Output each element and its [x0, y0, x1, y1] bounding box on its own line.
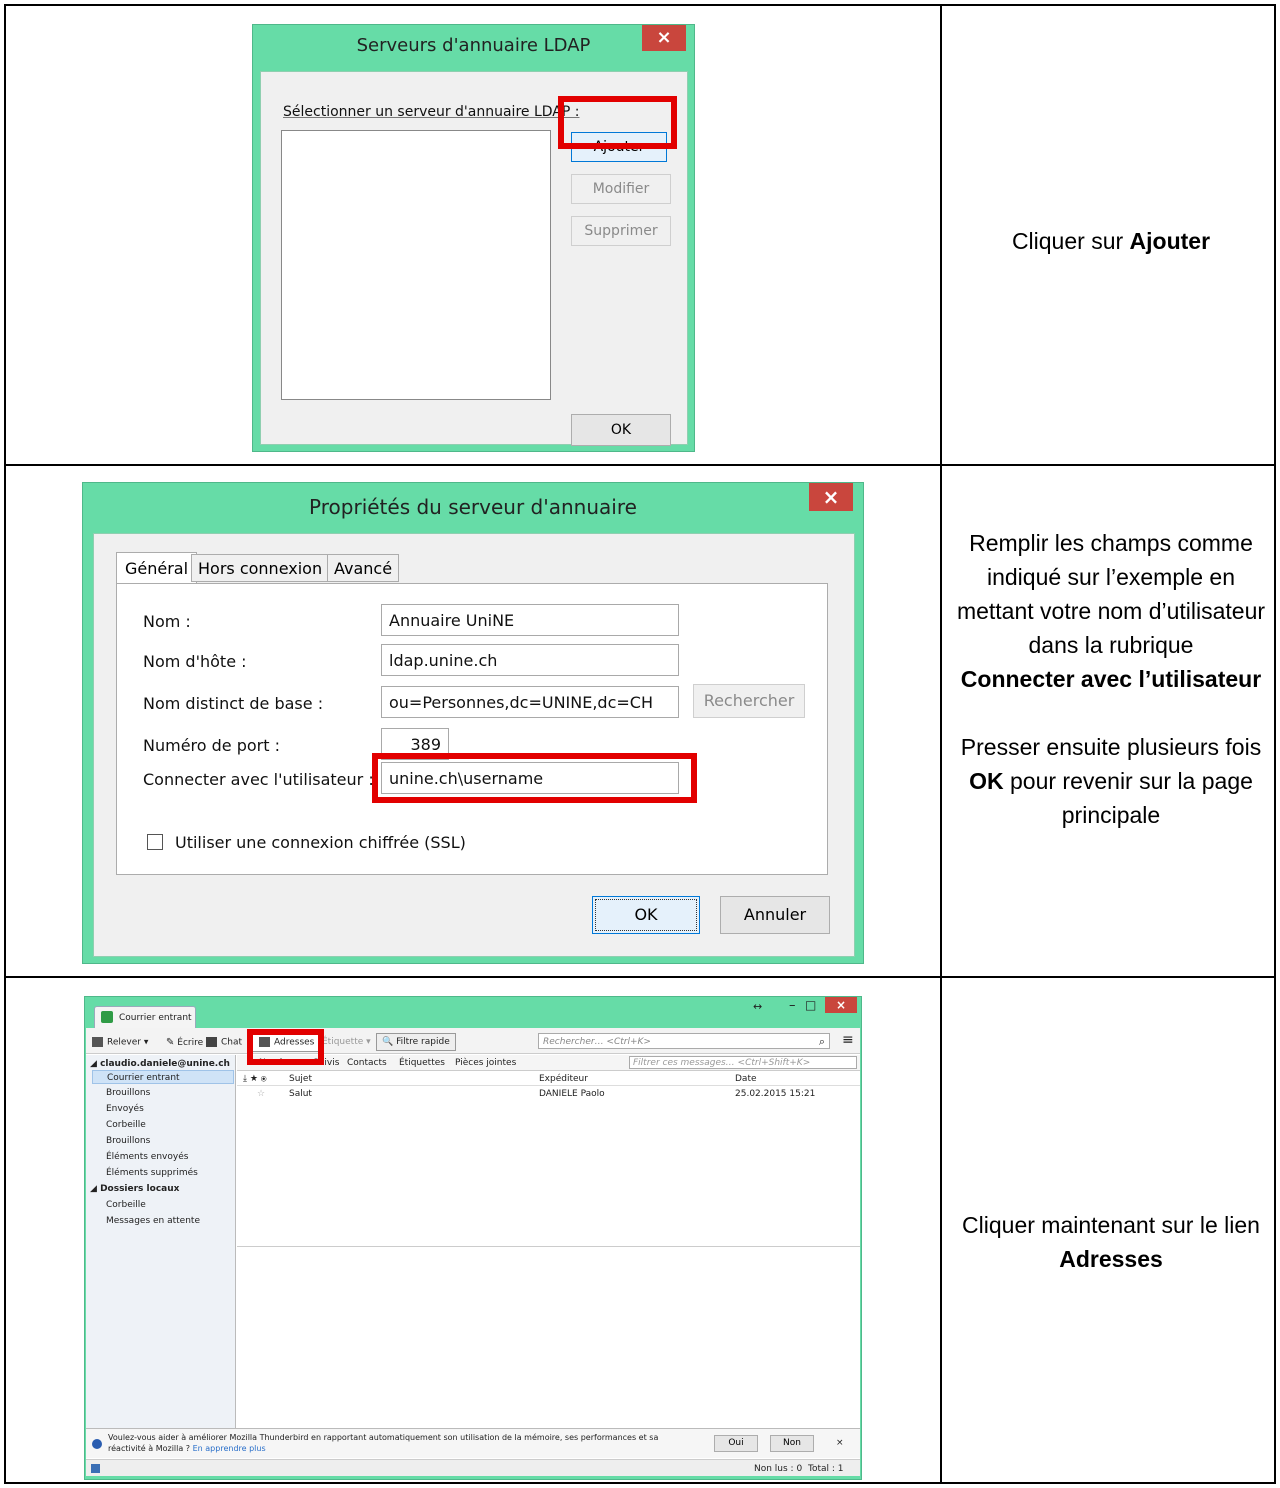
- folder-sent[interactable]: Envoyés: [106, 1104, 144, 1114]
- search-icon: 🔍: [382, 1037, 394, 1047]
- cancel-button[interactable]: Annuler: [720, 896, 830, 934]
- tab-advanced[interactable]: Avancé: [327, 554, 400, 582]
- chat-icon: [206, 1037, 217, 1047]
- close-notification-icon[interactable]: ×: [836, 1438, 844, 1448]
- ok-button[interactable]: OK: [571, 414, 671, 446]
- message-pane-splitter[interactable]: [237, 1246, 860, 1247]
- highlight-bind-user: [372, 753, 697, 803]
- folder-local-trash[interactable]: Corbeille: [106, 1200, 146, 1210]
- online-status-icon[interactable]: [91, 1464, 100, 1473]
- folder-deleted-items[interactable]: Éléments supprimés: [106, 1168, 198, 1178]
- directory-properties-dialog: Propriétés du serveur d'annuaire × Génér…: [82, 482, 864, 964]
- close-icon[interactable]: ×: [809, 483, 853, 511]
- chat-button[interactable]: Chat: [206, 1037, 242, 1048]
- delete-button[interactable]: Supprimer: [571, 216, 671, 246]
- row-divider: [6, 976, 1274, 978]
- menu-icon[interactable]: ≡: [842, 1032, 854, 1048]
- status-bar: Non lus : 0 Total : 1: [86, 1459, 860, 1476]
- no-button[interactable]: Non: [770, 1435, 814, 1452]
- folder-trash[interactable]: Corbeille: [106, 1120, 146, 1130]
- highlight-address-book: [247, 1029, 324, 1065]
- folder-outbox[interactable]: Messages en attente: [106, 1216, 200, 1226]
- dialog-title: Propriétés du serveur d'annuaire: [309, 495, 637, 519]
- search-icon: ⌕: [818, 1035, 825, 1048]
- close-icon[interactable]: ×: [825, 997, 857, 1013]
- filter-messages-input[interactable]: Filtrer ces messages… <Ctrl+Shift+K>: [629, 1056, 857, 1069]
- tabs-list-icon[interactable]: ↔: [753, 1000, 762, 1013]
- dialog-title: Serveurs d'annuaire LDAP: [356, 35, 591, 56]
- filter-contacts[interactable]: Contacts: [347, 1058, 387, 1068]
- learn-more-link[interactable]: En apprendre plus: [193, 1444, 266, 1453]
- edit-button[interactable]: Modifier: [571, 174, 671, 204]
- mail-tab[interactable]: Courrier entrant: [94, 1006, 196, 1028]
- column-date[interactable]: Date: [735, 1074, 757, 1084]
- thread-column-icons[interactable]: ⤓ ★ ⦿: [243, 1074, 267, 1084]
- inbox-icon: [101, 1011, 113, 1023]
- quick-filter-bar: Non lus Suivis Contacts Étiquettes Pièce…: [237, 1055, 860, 1071]
- global-search-input[interactable]: Rechercher… <Ctrl+K> ⌕: [538, 1033, 830, 1049]
- folder-inbox[interactable]: Courrier entrant: [92, 1070, 234, 1084]
- instruction-row2: Remplir les champs comme indiqué sur l’e…: [956, 530, 1266, 828]
- get-mail-icon: [92, 1037, 103, 1047]
- filter-tags[interactable]: Étiquettes: [399, 1058, 445, 1068]
- highlight-add-button: [558, 96, 677, 149]
- field-label-hostname: Nom d'hôte :: [143, 652, 247, 671]
- server-list-label: Sélectionner un serveur d'annuaire LDAP …: [283, 104, 580, 120]
- field-label-base-dn: Nom distinct de base :: [143, 694, 324, 713]
- ssl-label: Utiliser une connexion chiffrée (SSL): [175, 833, 466, 852]
- pencil-icon: ✎: [166, 1037, 175, 1048]
- name-input[interactable]: Annuaire UniNE: [381, 604, 679, 636]
- notification-bar: Voulez-vous aider à améliorer Mozilla Th…: [86, 1428, 860, 1458]
- quick-filter-button[interactable]: 🔍 Filtre rapide: [376, 1033, 456, 1051]
- field-label-bind-user: Connecter avec l'utilisateur :: [143, 770, 374, 789]
- field-label-port: Numéro de port :: [143, 736, 280, 755]
- total-count: Total : 1: [808, 1464, 844, 1474]
- tab-panel: Nom : Annuaire UniNE Nom d'hôte : ldap.u…: [116, 583, 828, 875]
- column-subject[interactable]: Sujet: [289, 1074, 312, 1084]
- tag-button[interactable]: Étiquette ▾: [322, 1037, 371, 1047]
- maximize-icon[interactable]: □: [805, 998, 816, 1012]
- ok-button[interactable]: OK: [592, 896, 700, 934]
- get-mail-button[interactable]: Relever ▾: [92, 1037, 148, 1048]
- instruction-row3: Cliquer maintenant sur le lien Adresses: [962, 1212, 1260, 1272]
- info-icon: [92, 1439, 102, 1449]
- local-folders-row[interactable]: ◢ Dossiers locaux: [90, 1184, 179, 1194]
- row-divider: [6, 464, 1274, 466]
- tab-offline[interactable]: Hors connexion: [191, 554, 330, 582]
- unread-count: Non lus : 0: [754, 1464, 803, 1474]
- tab-general[interactable]: Général: [116, 552, 198, 584]
- thunderbird-window: Courrier entrant ↔ – □ × Relever ▾ ✎ Écr…: [84, 996, 862, 1480]
- folder-drafts[interactable]: Brouillons: [106, 1088, 150, 1098]
- notification-text: Voulez-vous aider à améliorer Mozilla Th…: [108, 1433, 659, 1453]
- field-label-name: Nom :: [143, 612, 191, 631]
- dialog-body: Général Hors connexion Avancé Nom : Annu…: [93, 533, 855, 957]
- folder-drafts-2[interactable]: Brouillons: [106, 1136, 150, 1146]
- search-button[interactable]: Rechercher: [693, 684, 805, 718]
- main-toolbar: Relever ▾ ✎ Écrire Chat Adresses Étiquet…: [86, 1028, 860, 1054]
- message-row[interactable]: ☆ Salut DANIELE Paolo 25.02.2015 15:21: [237, 1087, 860, 1101]
- filter-attachments[interactable]: Pièces jointes: [455, 1058, 516, 1068]
- server-list[interactable]: [281, 130, 551, 400]
- folder-sent-items[interactable]: Éléments envoyés: [106, 1152, 188, 1162]
- close-icon[interactable]: ×: [642, 25, 686, 51]
- base-dn-input[interactable]: ou=Personnes,dc=UNINE,dc=CH: [381, 686, 679, 718]
- yes-button[interactable]: Oui: [714, 1435, 758, 1452]
- hostname-input[interactable]: ldap.unine.ch: [381, 644, 679, 676]
- ssl-checkbox[interactable]: [147, 834, 163, 850]
- column-headers: ⤓ ★ ⦿ Sujet Expéditeur Date: [237, 1072, 860, 1086]
- minimize-icon[interactable]: –: [789, 998, 796, 1013]
- folder-pane: ◢ claudio.daniele@unine.ch Courrier entr…: [86, 1055, 236, 1447]
- write-button[interactable]: ✎ Écrire: [166, 1037, 203, 1048]
- column-divider: [940, 6, 942, 1482]
- ldap-servers-dialog: Serveurs d'annuaire LDAP × Sélectionner …: [252, 24, 695, 452]
- column-sender[interactable]: Expéditeur: [539, 1074, 588, 1084]
- account-row[interactable]: ◢ claudio.daniele@unine.ch: [90, 1059, 230, 1069]
- app-body: Relever ▾ ✎ Écrire Chat Adresses Étiquet…: [86, 1028, 860, 1476]
- instruction-row1: Cliquer sur Ajouter: [1011, 228, 1211, 254]
- star-icon[interactable]: ☆: [257, 1089, 265, 1099]
